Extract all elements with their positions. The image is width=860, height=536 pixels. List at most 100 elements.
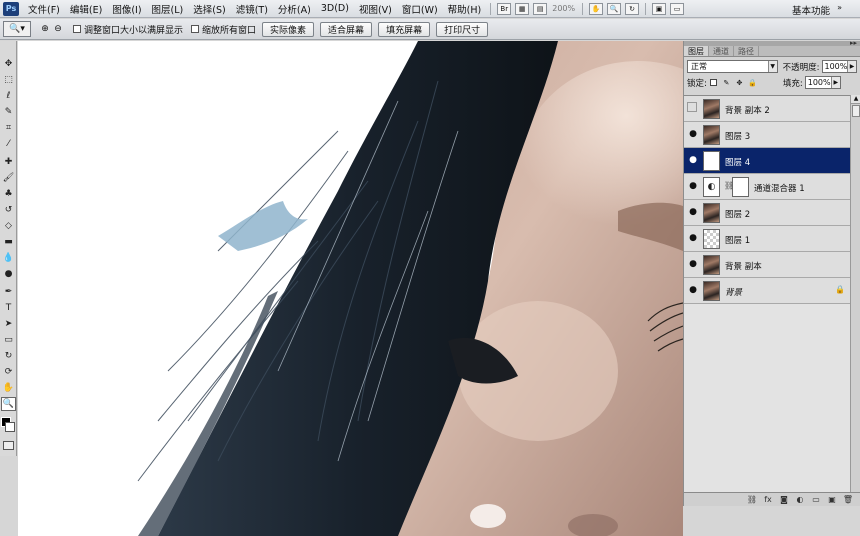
3d-rotate-tool-icon[interactable]: ↻ bbox=[1, 349, 16, 363]
print-size-button[interactable]: 打印尺寸 bbox=[436, 21, 489, 37]
marquee-tool-icon[interactable]: ⬚ bbox=[1, 73, 16, 87]
chevron-right-icon[interactable]: ▶ bbox=[830, 77, 840, 88]
tab-channels[interactable]: 通道 bbox=[709, 46, 734, 56]
menu-3d[interactable]: 3D(D) bbox=[316, 3, 354, 14]
tool-preset-picker[interactable]: 🔍▾ bbox=[3, 21, 31, 37]
zoom-tool-icon[interactable]: 🔍 bbox=[607, 2, 622, 15]
layer-row[interactable]: 背景 副本 2 bbox=[684, 96, 850, 122]
layer-style-icon[interactable]: fx bbox=[763, 495, 773, 505]
fill-input[interactable]: 100% ▶ bbox=[804, 76, 841, 89]
actual-pixels-button[interactable]: 实际像素 bbox=[262, 21, 315, 37]
layer-row[interactable]: ● 图层 3 bbox=[684, 122, 850, 148]
menu-layer[interactable]: 图层(L) bbox=[147, 2, 189, 16]
menu-help[interactable]: 帮助(H) bbox=[443, 2, 487, 16]
history-brush-tool-icon[interactable]: ↺ bbox=[1, 203, 16, 217]
layer-row-selected[interactable]: ● 图层 4 bbox=[684, 148, 850, 174]
checkbox-box[interactable] bbox=[191, 25, 200, 33]
eye-icon[interactable]: ● bbox=[687, 258, 699, 270]
layer-list-scrollbar[interactable]: ▲ bbox=[850, 95, 860, 493]
new-adjustment-layer-icon[interactable]: ◐ bbox=[795, 495, 805, 505]
blur-tool-icon[interactable]: 💧 bbox=[1, 251, 16, 265]
chevron-right-icon[interactable]: ▶ bbox=[847, 61, 856, 72]
eye-icon[interactable]: ● bbox=[687, 206, 699, 218]
lock-image-icon[interactable]: ✎ bbox=[722, 78, 731, 87]
tab-paths[interactable]: 路径 bbox=[734, 46, 759, 56]
quick-mask-icon[interactable] bbox=[3, 441, 14, 450]
menu-image[interactable]: 图像(I) bbox=[107, 2, 146, 16]
zoom-in-icon[interactable]: ⊕ bbox=[39, 22, 51, 36]
quick-select-tool-icon[interactable]: ✎ bbox=[1, 105, 16, 119]
layer-row[interactable]: ● 图层 1 bbox=[684, 226, 850, 252]
lock-all-icon[interactable]: 🔒 bbox=[748, 78, 757, 87]
layer-name: 背景 副本 bbox=[725, 262, 762, 272]
tab-layers[interactable]: 图层 bbox=[684, 46, 709, 56]
fill-screen-button[interactable]: 填充屏幕 bbox=[378, 21, 431, 37]
zoom-level[interactable]: 200% bbox=[549, 4, 578, 13]
resize-windows-checkbox[interactable]: 调整窗口大小以满屏显示 bbox=[73, 23, 183, 36]
checkbox-box[interactable] bbox=[73, 25, 81, 33]
menu-window[interactable]: 窗口(W) bbox=[397, 2, 443, 16]
opacity-input[interactable]: 100% ▶ bbox=[821, 60, 857, 73]
scroll-thumb[interactable] bbox=[852, 105, 860, 117]
zoom-all-windows-checkbox[interactable]: 缩放所有窗口 bbox=[191, 23, 256, 36]
menu-select[interactable]: 选择(S) bbox=[188, 2, 230, 16]
layer-row[interactable]: ● 背景 副本 bbox=[684, 252, 850, 278]
add-mask-icon[interactable]: ◙ bbox=[779, 495, 789, 505]
path-select-tool-icon[interactable]: ➤ bbox=[1, 317, 16, 331]
gradient-tool-icon[interactable]: ▬ bbox=[1, 235, 16, 249]
eraser-tool-icon[interactable]: ◇ bbox=[1, 219, 16, 233]
menu-edit[interactable]: 编辑(E) bbox=[65, 2, 107, 16]
scroll-up-icon[interactable]: ▲ bbox=[851, 95, 860, 104]
chevron-right-icon[interactable]: » bbox=[837, 3, 842, 12]
shape-tool-icon[interactable]: ▭ bbox=[1, 333, 16, 347]
eye-icon[interactable]: ● bbox=[687, 128, 699, 140]
visibility-toggle[interactable] bbox=[687, 102, 697, 112]
extras-icon[interactable]: ▤ bbox=[533, 2, 548, 15]
trash-icon[interactable]: 🗑 bbox=[843, 495, 853, 505]
menu-analysis[interactable]: 分析(A) bbox=[273, 2, 316, 16]
rotate-view-icon[interactable]: ↻ bbox=[625, 2, 640, 15]
lock-position-icon[interactable]: ✥ bbox=[735, 78, 744, 87]
clone-stamp-tool-icon[interactable]: ♣ bbox=[1, 187, 16, 201]
bridge-icon[interactable]: Br bbox=[497, 2, 512, 15]
type-tool-icon[interactable]: T bbox=[1, 301, 16, 315]
lasso-tool-icon[interactable]: ℓ bbox=[1, 89, 16, 103]
lock-transparent-icon[interactable] bbox=[709, 78, 718, 87]
hand-tool-icon[interactable]: ✋ bbox=[1, 381, 16, 395]
3d-orbit-tool-icon[interactable]: ⟳ bbox=[1, 365, 16, 379]
layer-row[interactable]: ● 背景 🔒 bbox=[684, 278, 850, 304]
dodge-tool-icon[interactable]: ● bbox=[1, 267, 16, 281]
menu-view[interactable]: 视图(V) bbox=[354, 2, 397, 16]
link-layers-icon[interactable]: ⛓ bbox=[747, 495, 757, 505]
crop-tool-icon[interactable]: ⌗ bbox=[1, 121, 16, 135]
eye-icon[interactable]: ● bbox=[687, 232, 699, 244]
new-layer-icon[interactable]: ▣ bbox=[827, 495, 837, 505]
screen-mode-icon[interactable]: ▭ bbox=[670, 2, 685, 15]
eye-icon[interactable]: ● bbox=[687, 154, 699, 166]
hand-tool-icon[interactable]: ✋ bbox=[589, 2, 604, 15]
menu-file[interactable]: 文件(F) bbox=[23, 2, 65, 16]
background-color-swatch[interactable] bbox=[5, 422, 15, 432]
menu-filter[interactable]: 滤镜(T) bbox=[231, 2, 273, 16]
fit-screen-button[interactable]: 适合屏幕 bbox=[320, 21, 373, 37]
new-group-icon[interactable]: ▭ bbox=[811, 495, 821, 505]
healing-brush-tool-icon[interactable]: ✚ bbox=[1, 155, 16, 169]
eyedropper-tool-icon[interactable]: ⁄ bbox=[1, 137, 16, 151]
brush-tool-icon[interactable]: 🖌 bbox=[1, 171, 16, 185]
document-canvas[interactable] bbox=[18, 41, 683, 536]
collapse-panel-icon[interactable]: ▸▸ bbox=[850, 39, 857, 47]
zoom-out-icon[interactable]: ⊖ bbox=[52, 22, 64, 36]
layer-row[interactable]: ● ◐ ⛓ 通道混合器 1 bbox=[684, 174, 850, 200]
move-tool-icon[interactable]: ✥ bbox=[1, 57, 16, 71]
workspace-switcher[interactable]: 基本功能 bbox=[792, 3, 830, 17]
layer-mask-thumbnail[interactable] bbox=[732, 177, 749, 197]
eye-icon[interactable]: ● bbox=[687, 180, 699, 192]
chevron-down-icon[interactable]: ▼ bbox=[767, 61, 777, 72]
pen-tool-icon[interactable]: ✒ bbox=[1, 285, 16, 299]
mini-bridge-icon[interactable]: ▦ bbox=[515, 2, 530, 15]
blend-mode-select[interactable]: 正常 ▼ bbox=[687, 60, 778, 73]
zoom-tool-icon[interactable]: 🔍 bbox=[1, 397, 16, 411]
layer-row[interactable]: ● 图层 2 bbox=[684, 200, 850, 226]
arrange-documents-icon[interactable]: ▣ bbox=[652, 2, 667, 15]
eye-icon[interactable]: ● bbox=[687, 284, 699, 296]
